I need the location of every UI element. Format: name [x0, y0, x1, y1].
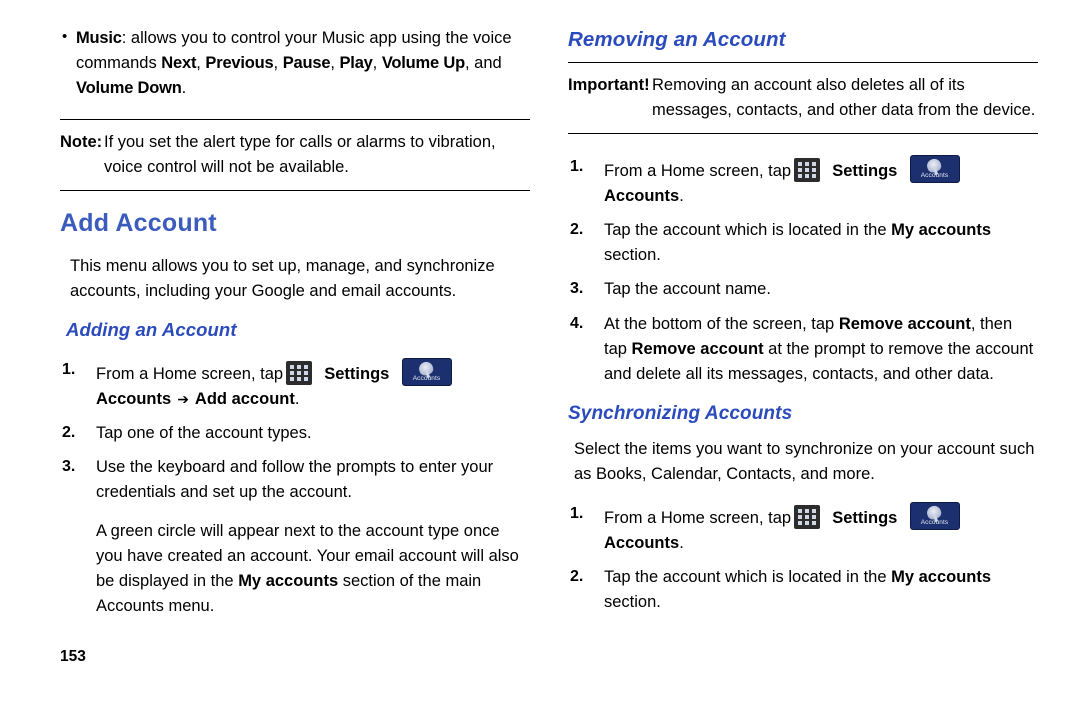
settings-label: Settings: [324, 364, 390, 383]
heading-synchronizing-accounts: Synchronizing Accounts: [568, 402, 793, 424]
my-accounts-label: My accounts: [891, 221, 992, 240]
note-label: Note:: [60, 133, 103, 152]
step-number: 2.: [62, 423, 76, 441]
step-text: Tap the account name.: [604, 280, 771, 299]
sep-3: ,: [330, 54, 340, 73]
add-account-label: Add account: [194, 389, 295, 408]
green-circle-paragraph: A green circle will appear next to the a…: [96, 519, 530, 619]
step-number: 2.: [570, 568, 584, 586]
settings-label: Settings: [832, 508, 898, 527]
step-sync-1: 1. From a Home screen, tap Settings Acco…: [568, 501, 1038, 556]
important-text: Removing an account also deletes all of …: [652, 76, 1036, 120]
step-text-pre: Tap the account which is located in the: [604, 221, 892, 240]
accounts-icon-label: Accounts: [920, 519, 949, 527]
step-text: Use the keyboard and follow the prompts …: [96, 457, 494, 501]
step-removing-3: 3. Tap the account name.: [568, 277, 1038, 302]
step-text: Tap one of the account types.: [96, 423, 312, 442]
step-text-pre: From a Home screen, tap: [604, 162, 792, 181]
voice-command-previous: Previous: [205, 54, 274, 73]
sync-intro-paragraph: Select the items you want to synchronize…: [574, 439, 1035, 483]
step-adding-2: 2. Tap one of the account types.: [60, 421, 530, 446]
accounts-icon-label: Accounts: [920, 172, 949, 180]
bullet-dot: •: [62, 28, 68, 45]
step-adding-1: 1. From a Home screen, tap Settings Acco…: [60, 357, 530, 412]
accounts-label: Accounts: [604, 187, 680, 206]
step-sync-2: 2. Tap the account which is located in t…: [568, 565, 1038, 615]
apps-grid-icon[interactable]: [286, 360, 313, 385]
accounts-label: Accounts: [96, 389, 172, 408]
heading-add-account: Add Account: [60, 209, 217, 238]
voice-command-pause: Pause: [282, 54, 331, 73]
my-accounts-label: My accounts: [891, 568, 992, 587]
voice-command-next: Next: [161, 54, 197, 73]
step-removing-4: 4. At the bottom of the screen, tap Remo…: [568, 312, 1038, 387]
intro-paragraph: This menu allows you to set up, manage, …: [70, 257, 495, 301]
important-label: Important!: [568, 76, 650, 94]
step-text-post: .: [679, 534, 684, 553]
accounts-icon[interactable]: Accounts: [909, 501, 960, 530]
step-number: 2.: [570, 221, 584, 239]
step-text-post: .: [294, 389, 300, 408]
step-removing-2: 2. Tap the account which is located in t…: [568, 218, 1038, 268]
sep-2: ,: [273, 54, 283, 73]
remove-account-label-1: Remove account: [838, 314, 971, 333]
apps-grid-icon[interactable]: [794, 504, 821, 529]
accounts-label: Accounts: [604, 534, 680, 553]
bullet-music: • Music: allows you to control your Musi…: [60, 26, 530, 101]
remove-account-label-2: Remove account: [631, 339, 764, 358]
step-number: 1.: [62, 360, 76, 378]
page-number: 153: [60, 648, 86, 665]
important-block: Important! Removing an account also dele…: [568, 73, 1038, 123]
accounts-icon[interactable]: Accounts: [909, 155, 960, 184]
step-adding-3: 3. Use the keyboard and follow the promp…: [60, 455, 530, 505]
step-text-pre: Tap the account which is located in the: [604, 568, 892, 587]
step-text-post: section.: [604, 246, 661, 265]
step-number: 1.: [570, 158, 584, 176]
step-text-post: section.: [604, 593, 661, 612]
subheading-adding-an-account: Adding an Account: [66, 318, 237, 340]
apps-grid-icon[interactable]: [794, 158, 821, 183]
my-accounts-label: My accounts: [238, 572, 339, 591]
step-number: 3.: [62, 457, 76, 475]
settings-label: Settings: [832, 162, 898, 181]
step-removing-1: 1. From a Home screen, tap Settings Acco…: [568, 155, 1038, 209]
accounts-icon-label: Accounts: [412, 374, 441, 382]
step-number: 4.: [570, 314, 584, 332]
accounts-icon[interactable]: Accounts: [401, 357, 452, 386]
voice-command-volume-down: Volume Down: [76, 79, 182, 98]
voice-command-play: Play: [339, 54, 373, 73]
step-text-post: .: [679, 187, 684, 206]
heading-removing-an-account: Removing an Account: [568, 28, 786, 51]
voice-command-volume-up: Volume Up: [381, 54, 465, 73]
bullet-term: Music: [76, 29, 122, 47]
note-block: Note: If you set the alert type for call…: [60, 130, 530, 180]
step-text-pre: At the bottom of the screen, tap: [604, 314, 839, 333]
sep-5: , and: [464, 54, 502, 73]
step-text-pre: From a Home screen, tap: [96, 364, 284, 383]
note-text: If you set the alert type for calls or a…: [104, 133, 496, 177]
bullet-end: .: [181, 79, 187, 98]
arrow-1: ➔: [177, 390, 189, 407]
manual-page: • Music: allows you to control your Musi…: [0, 0, 1080, 720]
left-column: • Music: allows you to control your Musi…: [60, 0, 530, 619]
sep-4: ,: [372, 54, 382, 73]
step-number: 1.: [570, 504, 584, 522]
step-text-pre: From a Home screen, tap: [604, 508, 792, 527]
right-column: Removing an Account Important! Removing …: [568, 0, 1038, 615]
step-number: 3.: [570, 280, 584, 298]
